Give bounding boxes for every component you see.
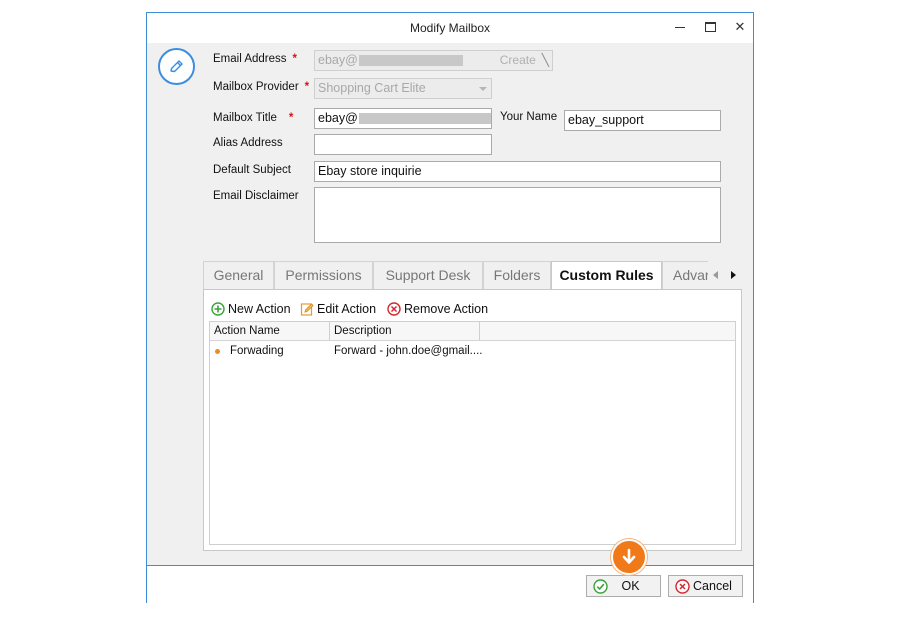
- mailbox-title-prefix: ebay@: [318, 111, 358, 125]
- minimize-icon: [675, 27, 685, 29]
- default-subject-label: Default Subject: [213, 164, 291, 176]
- minimize-button[interactable]: [671, 18, 689, 36]
- arrow-down-icon: [622, 548, 636, 564]
- create-label: Create: [499, 53, 536, 67]
- column-header-description[interactable]: Description: [330, 322, 480, 340]
- remove-action-button[interactable]: Remove Action: [387, 300, 488, 318]
- remove-action-label: Remove Action: [404, 302, 489, 316]
- required-marker: *: [304, 81, 310, 93]
- edit-note-icon: [300, 303, 314, 316]
- cancel-label: Cancel: [693, 579, 732, 593]
- required-marker: *: [292, 53, 297, 65]
- row-action-name: Forwading: [230, 345, 284, 357]
- tab-support-desk[interactable]: Support Desk: [373, 261, 483, 289]
- tab-advanced[interactable]: Advar: [662, 261, 708, 289]
- window-title: Modify Mailbox: [409, 21, 491, 35]
- mailbox-provider-value: Shopping Cart Elite: [318, 81, 426, 95]
- email-address-field[interactable]: ebay@ Create ╲: [314, 50, 553, 71]
- plus-circle-icon: [211, 302, 225, 316]
- mailbox-title-field[interactable]: ebay@: [314, 108, 492, 129]
- edit-action-button[interactable]: Edit Action: [300, 300, 376, 318]
- your-name-label: Your Name: [500, 111, 558, 123]
- close-icon: ✕: [734, 19, 746, 34]
- bullet-icon: [215, 349, 220, 354]
- column-header-action-name[interactable]: Action Name: [210, 322, 330, 340]
- tab-scroll-right-icon[interactable]: [731, 271, 736, 279]
- alias-address-field[interactable]: [314, 134, 492, 155]
- modify-mailbox-dialog: Modify Mailbox ✕ Email Address * ebay@ Cr…: [146, 12, 754, 604]
- edit-mailbox-avatar: [158, 48, 195, 85]
- default-subject-field[interactable]: Ebay store inquirie: [314, 161, 721, 182]
- table-row[interactable]: Forwading Forward - john.doe@gmail....: [210, 341, 735, 361]
- alias-address-label: Alias Address: [213, 137, 283, 149]
- email-disclaimer-label: Email Disclaimer: [213, 190, 299, 202]
- redacted-text: [358, 113, 491, 125]
- tab-custom-rules[interactable]: Custom Rules: [551, 261, 662, 290]
- cancel-button[interactable]: Cancel: [668, 575, 743, 597]
- maximize-icon: [704, 22, 716, 32]
- mailbox-provider-select[interactable]: Shopping Cart Elite: [314, 78, 492, 99]
- rules-grid: Action Name Description Forwading Forwar…: [209, 321, 736, 545]
- mailbox-provider-label: Mailbox Provider *: [213, 81, 309, 93]
- tab-general[interactable]: General: [203, 261, 274, 289]
- click-here-pointer: [611, 539, 647, 575]
- email-disclaimer-textarea[interactable]: [314, 187, 721, 243]
- new-action-button[interactable]: New Action: [211, 300, 291, 318]
- email-address-label: Email Address *: [213, 53, 297, 65]
- tab-scroll-left-icon[interactable]: [713, 271, 718, 279]
- ok-button[interactable]: OK: [586, 575, 661, 597]
- dialog-footer: OK Cancel: [147, 565, 753, 604]
- mailbox-title-label-text: Mailbox Title: [213, 112, 277, 124]
- new-action-label: New Action: [228, 302, 291, 316]
- email-address-label-text: Email Address: [213, 53, 287, 65]
- chevron-down-icon: [479, 87, 487, 91]
- mailbox-title-label: Mailbox Title *: [213, 112, 293, 124]
- redacted-text: [358, 55, 463, 67]
- your-name-field[interactable]: ebay_support: [564, 110, 721, 131]
- grid-header: Action Name Description: [210, 322, 735, 341]
- maximize-button[interactable]: [701, 18, 719, 36]
- magic-wand-icon: ╲: [541, 53, 549, 67]
- create-email-button[interactable]: Create ╲: [500, 51, 549, 70]
- row-description: Forward - john.doe@gmail....: [334, 345, 483, 357]
- close-button[interactable]: ✕: [731, 18, 749, 36]
- ok-label: OK: [621, 579, 640, 593]
- tab-permissions[interactable]: Permissions: [274, 261, 373, 289]
- required-marker: *: [288, 112, 294, 124]
- email-address-prefix: ebay@: [318, 53, 358, 67]
- tab-strip: General Permissions Support Desk Folders…: [203, 261, 743, 290]
- x-circle-icon: [387, 302, 401, 316]
- tab-folders[interactable]: Folders: [483, 261, 551, 289]
- title-bar: Modify Mailbox ✕: [147, 13, 753, 43]
- edit-action-label: Edit Action: [317, 302, 377, 316]
- pencil-icon: [170, 60, 183, 73]
- custom-rules-panel: New Action Edit Action Remove Action Act…: [203, 289, 742, 551]
- mailbox-provider-label-text: Mailbox Provider: [213, 81, 299, 93]
